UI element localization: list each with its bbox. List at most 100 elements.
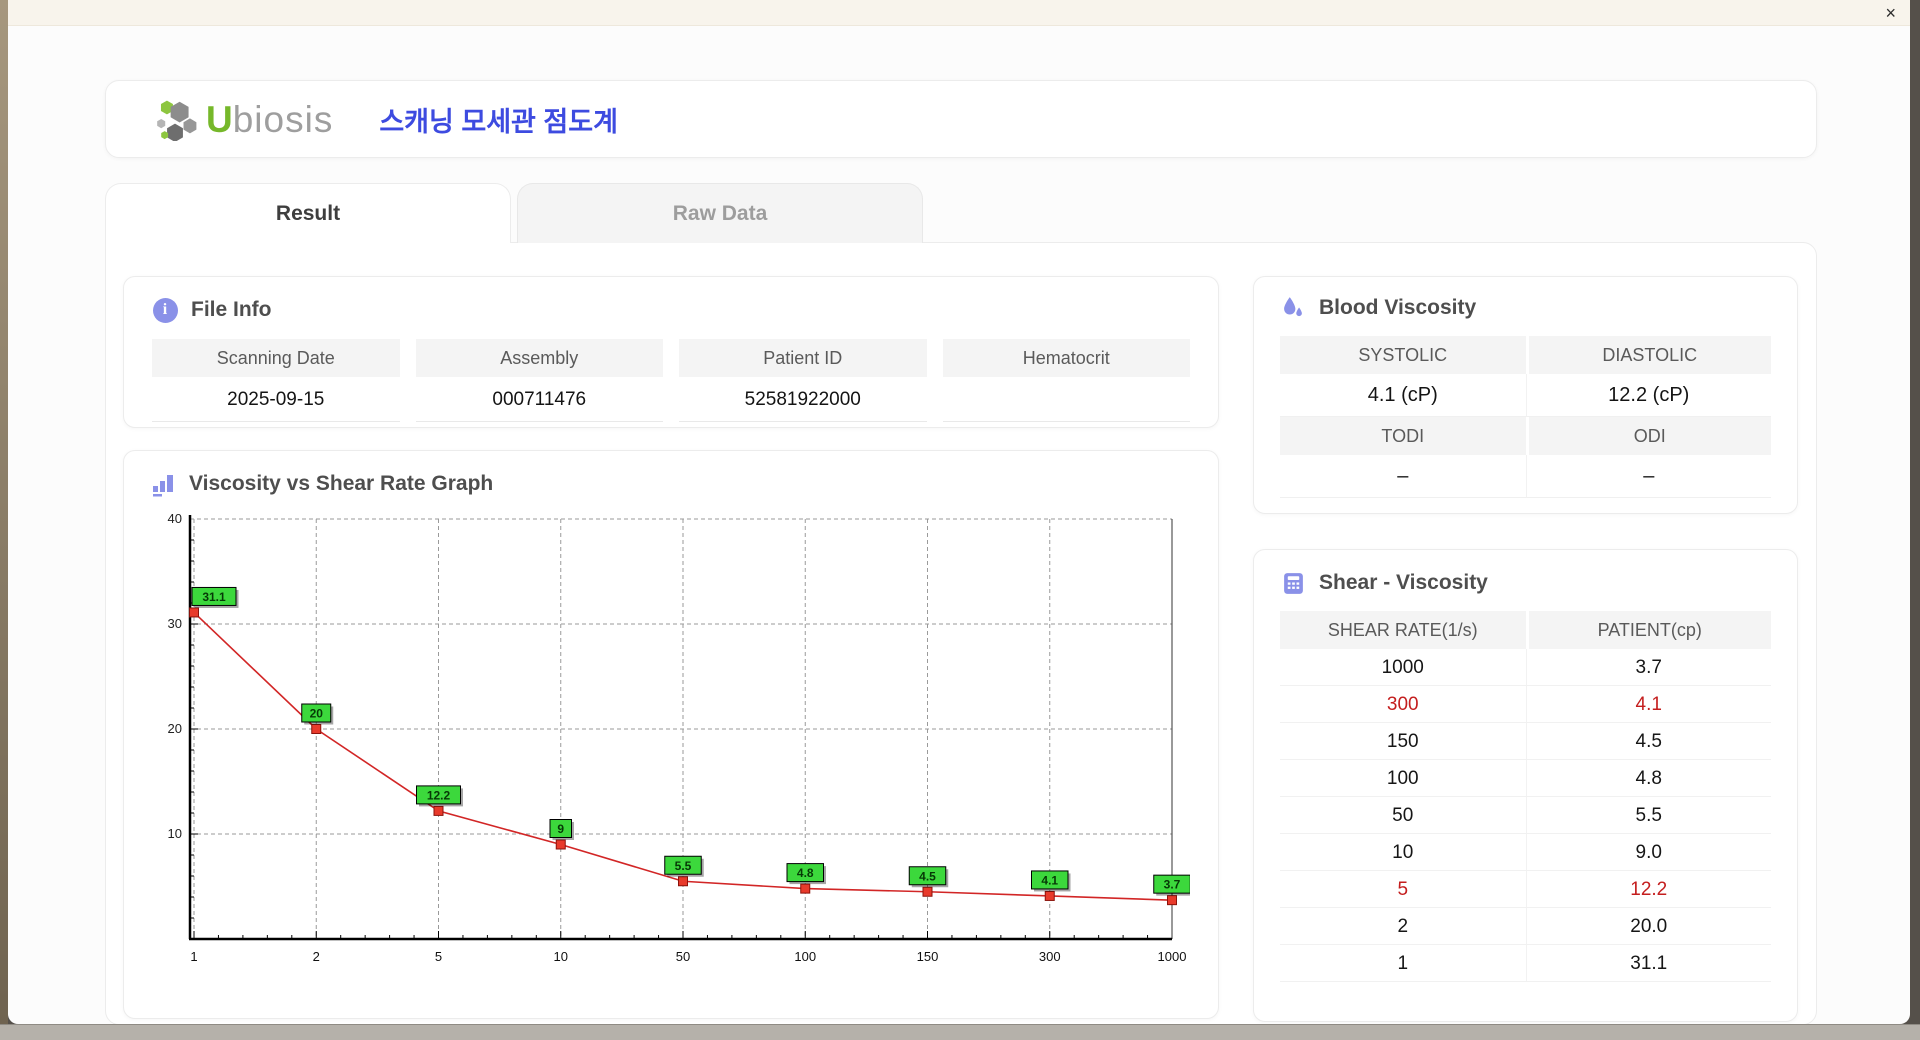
blood-viscosity-title: Blood Viscosity (1319, 296, 1477, 319)
field-value: 52581922000 (679, 377, 927, 422)
svg-text:5: 5 (435, 949, 442, 964)
svg-text:50: 50 (676, 949, 690, 964)
table-row-cell-patient: 20.0 (1525, 908, 1771, 945)
table-row-cell-patient: 5.5 (1525, 797, 1771, 834)
bv-value-odi: – (1525, 455, 1771, 498)
bv-value-diastolic: 12.2 (cP) (1525, 374, 1771, 417)
brand-rest: biosis (232, 98, 334, 140)
svg-text:4.1: 4.1 (1041, 873, 1058, 887)
close-icon[interactable]: × (1885, 1, 1896, 25)
table-row-cell-patient: 4.5 (1525, 723, 1771, 760)
field-patient-id: Patient ID 52581922000 (679, 339, 927, 422)
table-row-cell-shear: 10 (1280, 834, 1526, 871)
tab-result[interactable]: Result (105, 183, 511, 243)
window-titlebar: × (8, 0, 1910, 26)
brand-wordmark: Ubiosis (206, 101, 333, 138)
svg-text:31.1: 31.1 (202, 590, 226, 604)
field-value: 000711476 (415, 377, 663, 422)
svg-text:4.5: 4.5 (919, 869, 936, 883)
table-row-cell-shear: 150 (1280, 723, 1526, 760)
bv-header-systolic: SYSTOLIC (1280, 336, 1526, 374)
bar-chart-icon (150, 471, 176, 497)
bv-header-odi: ODI (1525, 417, 1771, 455)
svg-text:12.2: 12.2 (427, 788, 451, 802)
table-row-cell-patient: 3.7 (1525, 649, 1771, 686)
svg-text:1: 1 (190, 949, 197, 964)
svg-text:20: 20 (310, 707, 324, 721)
table-row-cell-shear: 5 (1280, 871, 1526, 908)
shear-viscosity-title-row: Shear - Viscosity (1280, 570, 1771, 596)
viscosity-graph-card: Viscosity vs Shear Rate Graph 10 20 30 40 1 2… (123, 450, 1219, 1019)
table-row-cell-patient: 12.2 (1525, 871, 1771, 908)
result-panel: File Info Scanning Date 2025-09-15 Assem… (105, 242, 1817, 1024)
svg-text:4.8: 4.8 (797, 866, 814, 880)
svg-text:3.7: 3.7 (1164, 878, 1181, 892)
svg-text:1000: 1000 (1158, 949, 1187, 964)
sv-col-shear-rate: SHEAR RATE(1/s) (1280, 611, 1526, 649)
graph-title: Viscosity vs Shear Rate Graph (189, 472, 494, 495)
table-row-cell-patient: 9.0 (1525, 834, 1771, 871)
hexagon-cluster-logo-icon (157, 100, 197, 141)
desktop-edge-left (0, 0, 8, 1024)
field-label: Assembly (415, 339, 663, 377)
table-row-cell-shear: 300 (1280, 686, 1526, 723)
right-column: Blood Viscosity SYSTOLIC DIASTOLIC 4.1 (… (1253, 276, 1798, 1024)
left-column: File Info Scanning Date 2025-09-15 Assem… (123, 276, 1219, 1024)
info-circle-icon (152, 297, 178, 323)
svg-text:2: 2 (313, 949, 320, 964)
brand-u: U (206, 98, 233, 140)
chart-plot-area: 10 20 30 40 1 2 5 10 50 100 150 300 1000 31.1 20 12.2 9 5… (168, 511, 1193, 964)
bv-value-todi: – (1280, 455, 1526, 498)
sv-col-patient: PATIENT(cp) (1525, 611, 1771, 649)
graph-title-row: Viscosity vs Shear Rate Graph (150, 471, 1192, 497)
shear-viscosity-table: SHEAR RATE(1/s) PATIENT(cp) 1000 3.7 300… (1280, 611, 1771, 982)
table-row-cell-shear: 1000 (1280, 649, 1526, 686)
tab-bar: Result Raw Data (105, 183, 1910, 243)
field-value (942, 377, 1190, 422)
viscosity-chart: 10 20 30 40 1 2 5 10 50 100 150 300 1000 31.1 20 12.2 9 5… (150, 505, 1193, 988)
bv-header-diastolic: DIASTOLIC (1525, 336, 1771, 374)
file-info-title: File Info (191, 298, 272, 321)
app-header: Ubiosis 스캐닝 모세관 점도계 (105, 80, 1817, 158)
field-assembly: Assembly 000711476 (415, 339, 663, 422)
table-row-cell-shear: 100 (1280, 760, 1526, 797)
desktop-edge-bottom (0, 1024, 1920, 1040)
svg-text:40: 40 (168, 511, 182, 526)
table-row-cell-shear: 2 (1280, 908, 1526, 945)
svg-text:9: 9 (557, 822, 564, 836)
table-row-cell-patient: 4.1 (1525, 686, 1771, 723)
app-title-korean: 스캐닝 모세관 점도계 (379, 106, 618, 137)
field-scanning-date: Scanning Date 2025-09-15 (152, 339, 400, 422)
svg-text:150: 150 (917, 949, 939, 964)
field-label: Patient ID (679, 339, 927, 377)
shear-viscosity-card: Shear - Viscosity SHEAR RATE(1/s) PATIEN… (1253, 549, 1798, 1022)
bv-value-systolic: 4.1 (cP) (1280, 374, 1526, 417)
blood-viscosity-card: Blood Viscosity SYSTOLIC DIASTOLIC 4.1 (… (1253, 276, 1798, 514)
file-info-fields: Scanning Date 2025-09-15 Assembly 000711… (152, 339, 1190, 422)
app-window: × Ubiosis 스캐닝 모세관 점도계 Result Raw Data i … (8, 0, 1910, 1024)
calculator-icon (1280, 570, 1306, 596)
svg-text:10: 10 (554, 949, 568, 964)
svg-text:5.5: 5.5 (675, 859, 692, 873)
tab-raw-data[interactable]: Raw Data (517, 183, 923, 243)
water-drops-icon (1280, 295, 1306, 321)
ubiosis-logo: Ubiosis (152, 97, 333, 141)
field-hematocrit: Hematocrit (942, 339, 1190, 422)
file-info-card: File Info Scanning Date 2025-09-15 Assem… (123, 276, 1219, 428)
bv-header-todi: TODI (1280, 417, 1526, 455)
shear-viscosity-title: Shear - Viscosity (1319, 571, 1488, 594)
table-row-cell-shear: 50 (1280, 797, 1526, 834)
window-content: Ubiosis 스캐닝 모세관 점도계 Result Raw Data File… (8, 26, 1910, 1024)
field-label: Hematocrit (942, 339, 1190, 377)
svg-text:100: 100 (794, 949, 816, 964)
field-value: 2025-09-15 (152, 377, 400, 422)
svg-text:20: 20 (168, 721, 182, 736)
svg-text:300: 300 (1039, 949, 1061, 964)
table-row-cell-shear: 1 (1280, 945, 1526, 982)
svg-text:30: 30 (168, 616, 182, 631)
file-info-title-row: File Info (152, 297, 1190, 323)
blood-viscosity-table: SYSTOLIC DIASTOLIC 4.1 (cP) 12.2 (cP) TO… (1280, 336, 1771, 498)
blood-viscosity-title-row: Blood Viscosity (1280, 295, 1771, 321)
field-label: Scanning Date (152, 339, 400, 377)
svg-text:10: 10 (168, 826, 182, 841)
